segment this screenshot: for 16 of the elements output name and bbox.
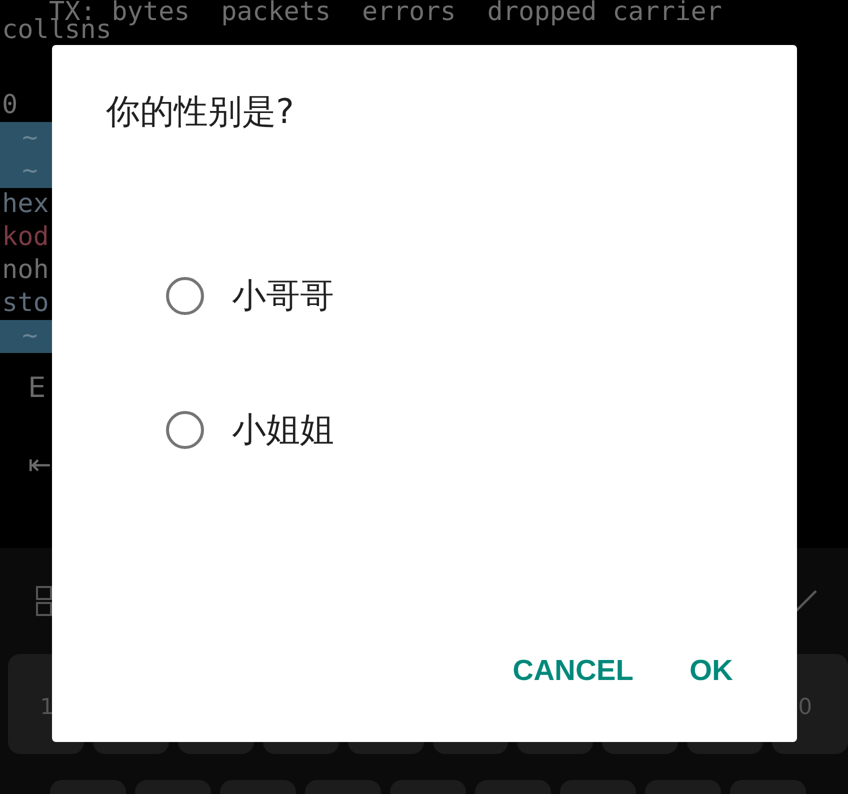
radio-button[interactable] xyxy=(166,411,204,449)
option-label[interactable]: 小姐姐 xyxy=(232,407,334,453)
extra-key[interactable]: E xyxy=(28,371,46,404)
option-label[interactable]: 小哥哥 xyxy=(232,273,334,319)
dialog-title: 你的性别是? xyxy=(106,91,294,134)
grid-icon[interactable] xyxy=(36,586,54,616)
dialog-button[interactable]: OK xyxy=(682,649,741,694)
radio-button[interactable] xyxy=(166,277,204,315)
terminal-text: hex xyxy=(2,188,49,221)
extra-key[interactable]: ⇤ xyxy=(28,448,52,481)
terminal-text: noh xyxy=(2,254,49,287)
terminal-text: 0 xyxy=(2,89,18,122)
dialog-button[interactable]: CANCEL xyxy=(504,649,642,694)
terminal-text: collsns xyxy=(2,17,112,43)
terminal-text: kod xyxy=(2,221,49,254)
terminal-text: sto xyxy=(2,287,49,320)
